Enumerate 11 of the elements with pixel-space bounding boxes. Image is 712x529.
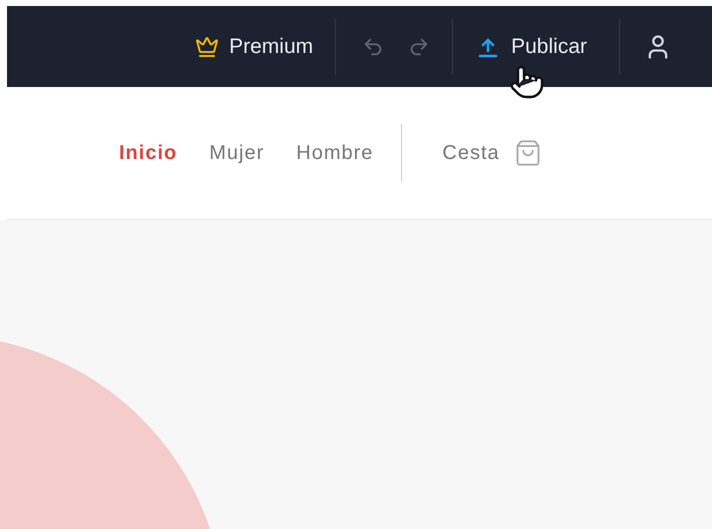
crown-icon — [195, 34, 220, 58]
nav-link[interactable]: Hombre — [296, 138, 374, 168]
cart-link[interactable]: Cesta — [442, 138, 542, 168]
redo-icon — [408, 36, 430, 58]
pointer-cursor-icon — [509, 64, 545, 100]
upload-icon — [477, 36, 500, 58]
nav-link[interactable]: Inicio — [119, 138, 178, 168]
shopping-bag-icon — [514, 139, 542, 167]
publish-button[interactable]: Publicar — [469, 26, 595, 66]
premium-button[interactable]: Premium — [187, 26, 322, 66]
nav-link[interactable]: Mujer — [209, 138, 264, 168]
